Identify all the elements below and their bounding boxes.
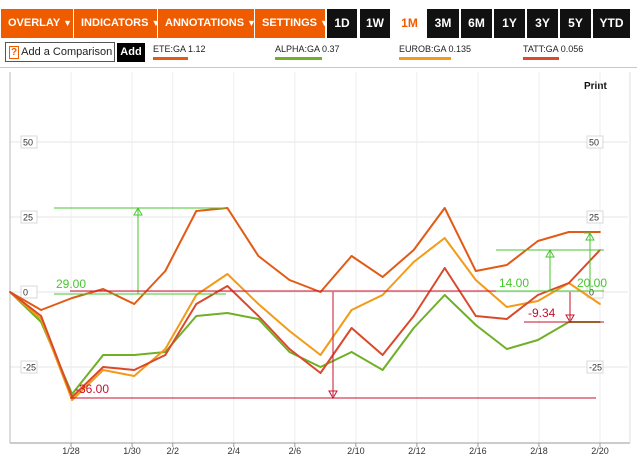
data-point [226, 273, 229, 275]
y-tick-label: 0 [23, 288, 28, 298]
data-point [319, 366, 322, 368]
data-point [164, 270, 167, 272]
data-point [412, 315, 415, 317]
y-tick-label: 25 [589, 213, 599, 223]
annotation-label: 20.00 [577, 276, 607, 290]
data-point [536, 339, 539, 341]
data-point [474, 324, 477, 326]
y-tick-label: -25 [23, 363, 36, 373]
data-point [195, 210, 198, 212]
data-point [288, 348, 291, 350]
data-point [568, 231, 570, 233]
data-point [505, 318, 508, 320]
series-line-ete-ga [9, 207, 600, 311]
data-point [319, 354, 322, 356]
data-point [443, 207, 446, 209]
data-point [102, 366, 105, 368]
series-lines [9, 207, 601, 401]
data-point [40, 309, 42, 311]
data-point [226, 207, 229, 209]
data-point [257, 315, 260, 317]
data-point [226, 285, 229, 287]
data-point [474, 279, 477, 281]
x-tick-label: 2/18 [530, 446, 548, 456]
data-point [195, 315, 198, 317]
data-point [412, 261, 415, 263]
data-point [350, 327, 353, 329]
data-point [412, 249, 415, 251]
data-point [536, 300, 539, 302]
data-point [133, 354, 136, 356]
data-point [133, 375, 136, 377]
data-point [9, 291, 11, 293]
data-point [71, 297, 74, 299]
data-point [443, 237, 446, 239]
data-point [133, 369, 136, 371]
annotation-label: -36.00 [75, 382, 109, 396]
data-point [133, 303, 136, 305]
y-axis-ticks: 50 5025 250 0-25 -25 [20, 135, 604, 374]
data-point [443, 267, 446, 269]
data-point [599, 231, 601, 233]
data-point [226, 312, 229, 314]
y-tick-label: 25 [23, 213, 33, 223]
x-tick-label: 2/20 [591, 446, 609, 456]
data-point [288, 351, 291, 353]
data-point [257, 303, 260, 305]
annotation-label: 14.00 [499, 276, 529, 290]
x-tick-label: 1/30 [123, 446, 141, 456]
y-tick-label: -25 [589, 363, 602, 373]
price-chart: 50 5025 250 0-25 -25 1/28 1/30 2/2 2/4 2/6 2/10 2/… [9, 72, 631, 456]
x-axis-ticks: 1/28 1/30 2/2 2/4 2/6 2/10 2/12 2/16 2/18 2/20 [62, 443, 609, 456]
data-point [102, 288, 105, 290]
data-point [71, 399, 74, 401]
annotation-label: 29.00 [56, 277, 86, 291]
data-point [195, 303, 198, 305]
x-tick-label: 2/10 [347, 446, 365, 456]
data-point [319, 372, 322, 374]
data-point [40, 315, 42, 317]
data-point [288, 330, 291, 332]
data-point [505, 306, 508, 308]
data-point [568, 282, 570, 284]
data-point [257, 318, 260, 320]
data-point [164, 354, 167, 356]
data-point [381, 369, 384, 371]
data-point [381, 276, 384, 278]
x-tick-label: 2/2 [167, 446, 180, 456]
annotation-label: -9.34 [528, 306, 556, 320]
y-tick-label: 50 [23, 138, 33, 148]
data-point [536, 240, 539, 242]
data-point [474, 315, 477, 317]
x-tick-label: 2/16 [469, 446, 487, 456]
data-point [102, 369, 105, 371]
data-point [102, 354, 105, 356]
data-point [350, 351, 353, 353]
data-point [536, 294, 539, 296]
data-point [350, 309, 353, 311]
x-tick-label: 2/12 [408, 446, 426, 456]
data-point [381, 294, 384, 296]
x-tick-label: 1/28 [62, 446, 80, 456]
data-point [505, 348, 508, 350]
data-point [443, 294, 446, 296]
data-point [474, 270, 477, 272]
x-tick-label: 2/4 [228, 446, 241, 456]
data-point [257, 255, 260, 257]
data-point [164, 348, 167, 350]
data-point [381, 354, 384, 356]
y-tick-label: 50 [589, 138, 599, 148]
x-tick-label: 2/6 [289, 446, 302, 456]
data-point [288, 279, 291, 281]
data-point [599, 303, 601, 305]
data-point [412, 327, 415, 329]
data-point [350, 255, 353, 257]
data-point [505, 264, 508, 266]
